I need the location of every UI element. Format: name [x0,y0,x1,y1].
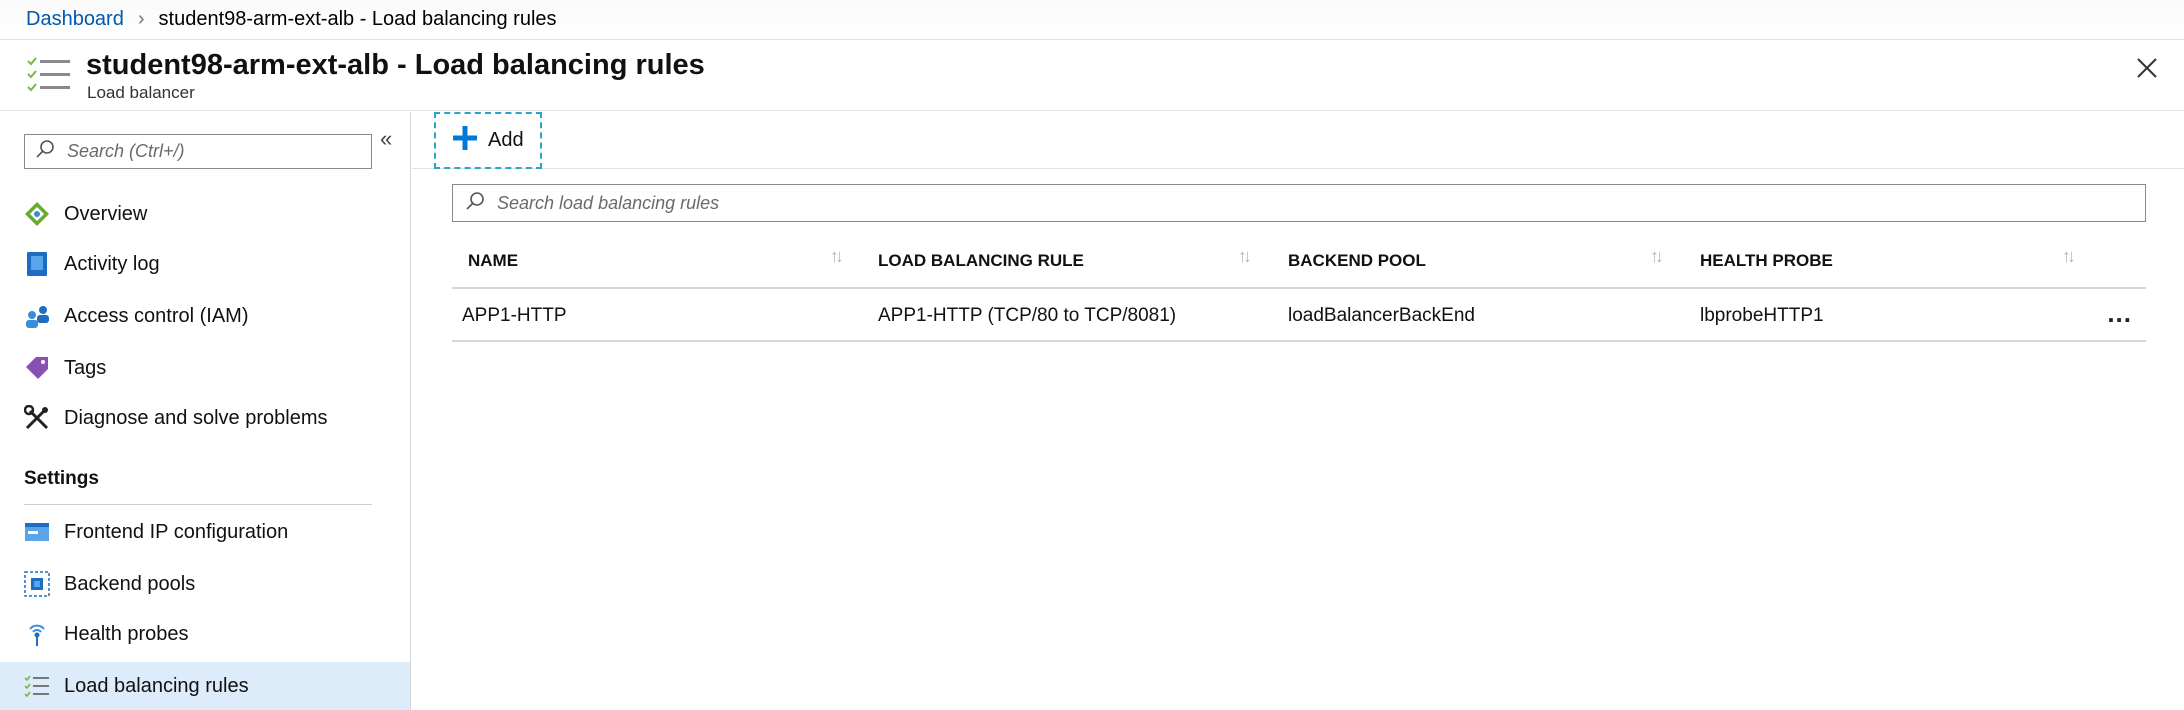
health-probe-icon [24,621,50,647]
sort-arrows-icon[interactable]: ↑↓ [830,246,844,267]
sidebar-search-input[interactable] [67,141,357,162]
sidebar-item-label: Diagnose and solve problems [64,406,328,429]
sidebar-item-overview[interactable]: Overview [0,190,410,238]
sidebar-item-health-probes[interactable]: Health probes [0,610,410,658]
table-header: NAME ↑↓ LOAD BALANCING RULE ↑↓ BACKEND P… [452,232,2146,289]
sidebar-item-backend-pools[interactable]: Backend pools [0,560,410,608]
sidebar-item-tags[interactable]: Tags [0,344,410,392]
sidebar-item-label: Frontend IP configuration [64,520,289,543]
blade-header: student98-arm-ext-alb - Load balancing r… [0,41,2184,111]
sidebar-item-access-control[interactable]: Access control (IAM) [0,292,410,340]
activity-log-icon [24,251,50,277]
iam-icon [24,303,50,329]
frontend-ip-icon [24,519,50,545]
sidebar-item-label: Backend pools [64,572,196,595]
cell-rule: APP1-HTTP (TCP/80 to TCP/8081) [878,305,1177,326]
breadcrumb-current: student98-arm-ext-alb - Load balancing r… [158,8,557,30]
tag-icon [24,355,50,381]
page-subtitle: Load balancer [87,83,195,102]
sidebar: « Overview Activity log [0,112,411,710]
sidebar-item-label: Tags [64,356,107,379]
column-header-health-probe[interactable]: HEALTH PROBE [1700,232,1833,289]
sidebar-item-label: Load balancing rules [64,674,249,697]
list-checks-icon [26,55,72,95]
sidebar-item-diagnose[interactable]: Diagnose and solve problems [0,394,410,442]
section-divider [24,504,372,505]
sidebar-item-label: Access control (IAM) [64,304,249,327]
breadcrumb: Dashboard › student98-arm-ext-alb - Load… [0,0,2184,40]
column-header-name[interactable]: NAME [468,232,518,289]
cell-health-probe: lbprobeHTTP1 [1700,305,1824,326]
cell-backend-pool: loadBalancerBackEnd [1288,305,1475,326]
sidebar-search[interactable] [24,134,372,169]
sidebar-item-lb-rules[interactable]: Load balancing rules [0,662,410,710]
more-options-icon[interactable]: ... [2107,298,2132,329]
wrench-icon [24,405,50,431]
column-header-rule[interactable]: LOAD BALANCING RULE [878,232,1084,289]
cell-name: APP1-HTTP [462,305,567,326]
lb-rules-icon [24,673,50,699]
backend-pool-icon [24,571,50,597]
command-bar: Add [412,112,2184,169]
column-header-backend-pool[interactable]: BACKEND POOL [1288,232,1426,289]
page-title: student98-arm-ext-alb - Load balancing r… [86,49,705,81]
add-button-label: Add [488,129,524,151]
sidebar-item-frontend-ip[interactable]: Frontend IP configuration [0,508,410,556]
sort-arrows-icon[interactable]: ↑↓ [2062,246,2076,267]
section-settings-label: Settings [24,468,99,489]
sidebar-item-label: Overview [64,202,148,225]
close-icon[interactable] [2132,53,2162,83]
chevron-right-icon: › [137,8,145,30]
search-icon [35,139,55,164]
rules-search-input[interactable] [497,192,2097,214]
search-icon [465,191,485,216]
table-row[interactable]: APP1-HTTP APP1-HTTP (TCP/80 to TCP/8081)… [452,290,2146,342]
overview-icon [24,201,50,227]
sort-arrows-icon[interactable]: ↑↓ [1238,246,1252,267]
rules-search[interactable] [452,184,2146,222]
sidebar-item-label: Activity log [64,252,160,275]
plus-icon [452,125,478,157]
sidebar-item-label: Health probes [64,622,189,645]
sidebar-item-activity-log[interactable]: Activity log [0,240,410,288]
sort-arrows-icon[interactable]: ↑↓ [1650,246,1664,267]
breadcrumb-dashboard-link[interactable]: Dashboard [26,8,124,31]
collapse-sidebar-icon[interactable]: « [380,126,392,152]
add-button[interactable]: Add [434,112,542,169]
